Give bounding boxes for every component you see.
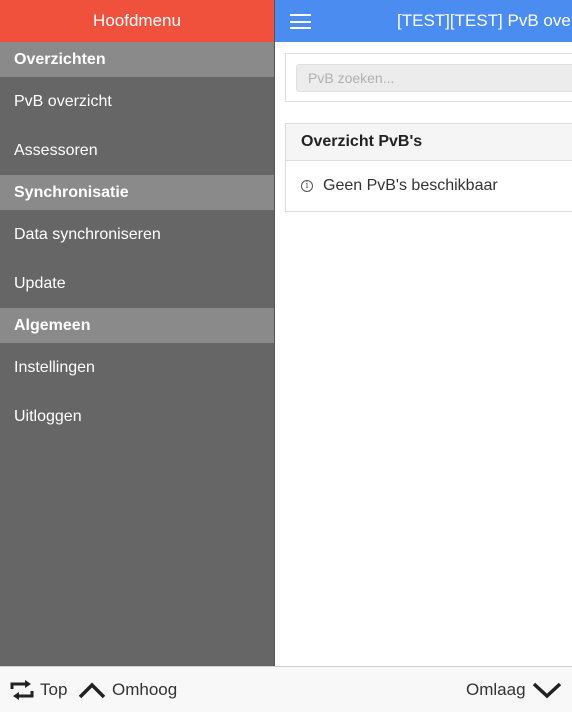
search-input[interactable] [296, 64, 572, 92]
section-header-algemeen: Algemeen [0, 308, 274, 343]
pvb-list-card: Overzicht PvB's i Geen PvB's beschikbaar [285, 123, 572, 212]
section-header-overzichten: Overzichten [0, 42, 274, 77]
return-top-icon [10, 680, 34, 700]
sidebar-item-assessoren[interactable]: Assessoren [0, 126, 274, 175]
sidebar-item-data-synchroniseren[interactable]: Data synchroniseren [0, 210, 274, 259]
empty-message: i Geen PvB's beschikbaar [286, 161, 572, 211]
sidebar-item-pvb-overzicht[interactable]: PvB overzicht [0, 77, 274, 126]
sidebar-item-update[interactable]: Update [0, 259, 274, 308]
hamburger-icon[interactable] [290, 14, 311, 29]
top-label: Top [40, 680, 68, 699]
empty-message-text: Geen PvB's beschikbaar [323, 177, 498, 194]
sidebar-item-instellingen[interactable]: Instellingen [0, 343, 274, 392]
list-header: Overzicht PvB's [286, 124, 572, 161]
page-title: [TEST][TEST] PvB overzicht [397, 11, 572, 30]
down-button[interactable]: Omlaag [466, 667, 562, 712]
footer-bar: Top Omhoog Omlaag [0, 666, 572, 712]
top-button[interactable]: Top [10, 667, 67, 712]
down-label: Omlaag [466, 680, 526, 699]
chevron-down-icon [532, 682, 561, 699]
up-button[interactable]: Omhoog [78, 667, 177, 712]
search-card [285, 53, 572, 102]
main-content: Overzicht PvB's i Geen PvB's beschikbaar [275, 42, 572, 666]
sidebar-item-uitloggen[interactable]: Uitloggen [0, 392, 274, 441]
sidebar-title: Hoofdmenu [0, 0, 274, 42]
top-bar: [TEST][TEST] PvB overzicht [275, 0, 572, 42]
info-icon: i [301, 180, 313, 192]
section-header-synchronisatie: Synchronisatie [0, 175, 274, 210]
sidebar: Hoofdmenu Overzichten PvB overzicht Asse… [0, 0, 275, 666]
up-label: Omhoog [112, 680, 178, 699]
chevron-up-icon [78, 682, 106, 699]
